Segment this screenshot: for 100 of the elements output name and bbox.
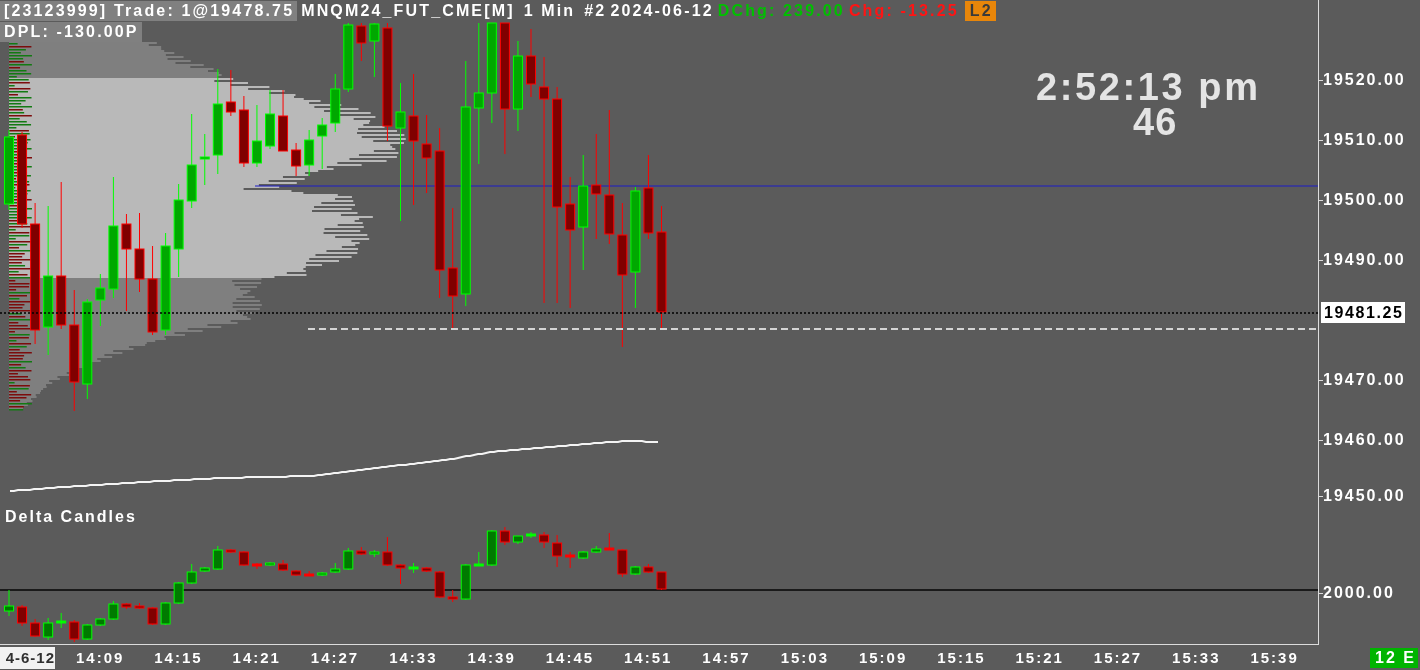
delta-axis-label: 2000.00 (1323, 583, 1395, 603)
delta-candle (17, 604, 28, 627)
price-candle (199, 133, 210, 186)
delta-candle (356, 546, 367, 556)
price-candle (526, 28, 536, 98)
price-label: 19460.00 (1323, 430, 1406, 450)
level2-badge[interactable]: L2 (964, 0, 996, 21)
chart-number: #2 (584, 0, 607, 21)
time-label: 15:03 (779, 647, 830, 668)
delta-candle (186, 563, 197, 585)
time-label: 15:27 (1092, 647, 1144, 668)
delta-candle (526, 531, 536, 539)
time-label: 14:15 (153, 647, 204, 668)
pane-title: Delta Candles (5, 507, 137, 527)
price-candle (225, 69, 236, 117)
delta-candle (304, 570, 315, 577)
date-label: 4-6-12 (0, 646, 55, 669)
delta-candle (212, 545, 223, 571)
delta-candle (238, 550, 249, 567)
time-label: 14:21 (231, 647, 282, 668)
delta-candle (108, 600, 119, 621)
daily-change: DChg: 239.00 (717, 0, 845, 21)
delta-candle (4, 589, 14, 617)
delta-candle (421, 566, 432, 573)
time-label: 15:09 (857, 647, 909, 668)
price-candle (356, 22, 367, 62)
delta-candle (447, 589, 458, 603)
delta-candle (343, 547, 354, 571)
price-label: 19520.00 (1323, 70, 1406, 90)
price-candle (95, 273, 106, 327)
price-candle (304, 129, 315, 177)
overlay-number: 46 (1133, 107, 1178, 137)
delta-candle (656, 571, 667, 591)
clock-time: 2:52:13 pm (1036, 68, 1261, 106)
delta-candle (251, 562, 262, 570)
time-label: 15:21 (1014, 647, 1065, 668)
delta-candle (69, 619, 80, 643)
delta-candle (591, 545, 602, 554)
delta-candle (434, 570, 445, 599)
delta-candle (317, 571, 328, 577)
delta-candle (552, 534, 563, 568)
delta-candle (460, 563, 471, 601)
dpl-text: DPL: -130.00P (0, 21, 142, 42)
price-candle (265, 89, 275, 150)
delta-candle (278, 559, 289, 572)
delta-candle (604, 532, 615, 551)
price-label: 19500.00 (1323, 190, 1406, 210)
time-label: 15:33 (1171, 647, 1222, 668)
delta-candle (82, 623, 93, 641)
delta-candle (199, 566, 210, 573)
delta-candle (160, 601, 171, 626)
time-label: 15:39 (1249, 647, 1300, 668)
delta-candle (617, 548, 628, 578)
delta-candle (486, 529, 497, 567)
trade-info: [23123999] Trade: 1@19478.75 (0, 0, 298, 21)
delta-candle (43, 617, 54, 641)
time-label: 14:39 (466, 647, 517, 668)
delta-candle (473, 551, 484, 567)
delta-candle (408, 562, 419, 574)
delta-candle (147, 606, 158, 626)
price-candle (291, 142, 302, 177)
interval-text: 1 Min (523, 0, 576, 21)
date-text: 2024-06-12 (610, 0, 714, 21)
delta-candle (95, 617, 106, 627)
delta-candle (512, 535, 523, 545)
price-candle (251, 104, 262, 168)
delta-candle (56, 612, 67, 629)
delta-candle (539, 531, 550, 549)
delta-candle (173, 581, 184, 605)
delta-candle (225, 548, 236, 554)
time-label: 14:33 (388, 647, 439, 668)
current-price-label: 19481.25 (1321, 302, 1405, 323)
time-label: 15:15 (936, 647, 987, 668)
delta-candle (565, 551, 576, 569)
time-label: 14:27 (309, 647, 361, 668)
delta-candle (630, 565, 641, 576)
price-candle (330, 73, 341, 133)
price-label: 19470.00 (1323, 370, 1406, 390)
delta-candle (330, 562, 341, 574)
delta-candle (121, 602, 132, 610)
time-badge: 12 E (1370, 647, 1418, 668)
price-candle (278, 89, 289, 152)
price-candle (317, 117, 328, 170)
delta-candle (499, 526, 510, 546)
delta-candle (395, 563, 406, 585)
price-candle (369, 22, 380, 78)
delta-candle (382, 536, 393, 567)
delta-candle (265, 561, 275, 567)
delta-candle (291, 569, 302, 577)
time-label: 14:09 (74, 647, 126, 668)
price-label: 19510.00 (1323, 130, 1406, 150)
change-text: Chg: -13.25 (848, 0, 959, 21)
delta-candle (30, 618, 41, 638)
delta-candle (369, 549, 380, 558)
time-label: 14:51 (623, 647, 674, 668)
symbol-text: MNQM24_FUT_CME[M] (301, 0, 515, 21)
delta-candle (643, 563, 654, 574)
time-label: 14:57 (701, 647, 752, 668)
price-label: 19490.00 (1323, 250, 1406, 270)
price-label: 19450.00 (1323, 486, 1406, 506)
